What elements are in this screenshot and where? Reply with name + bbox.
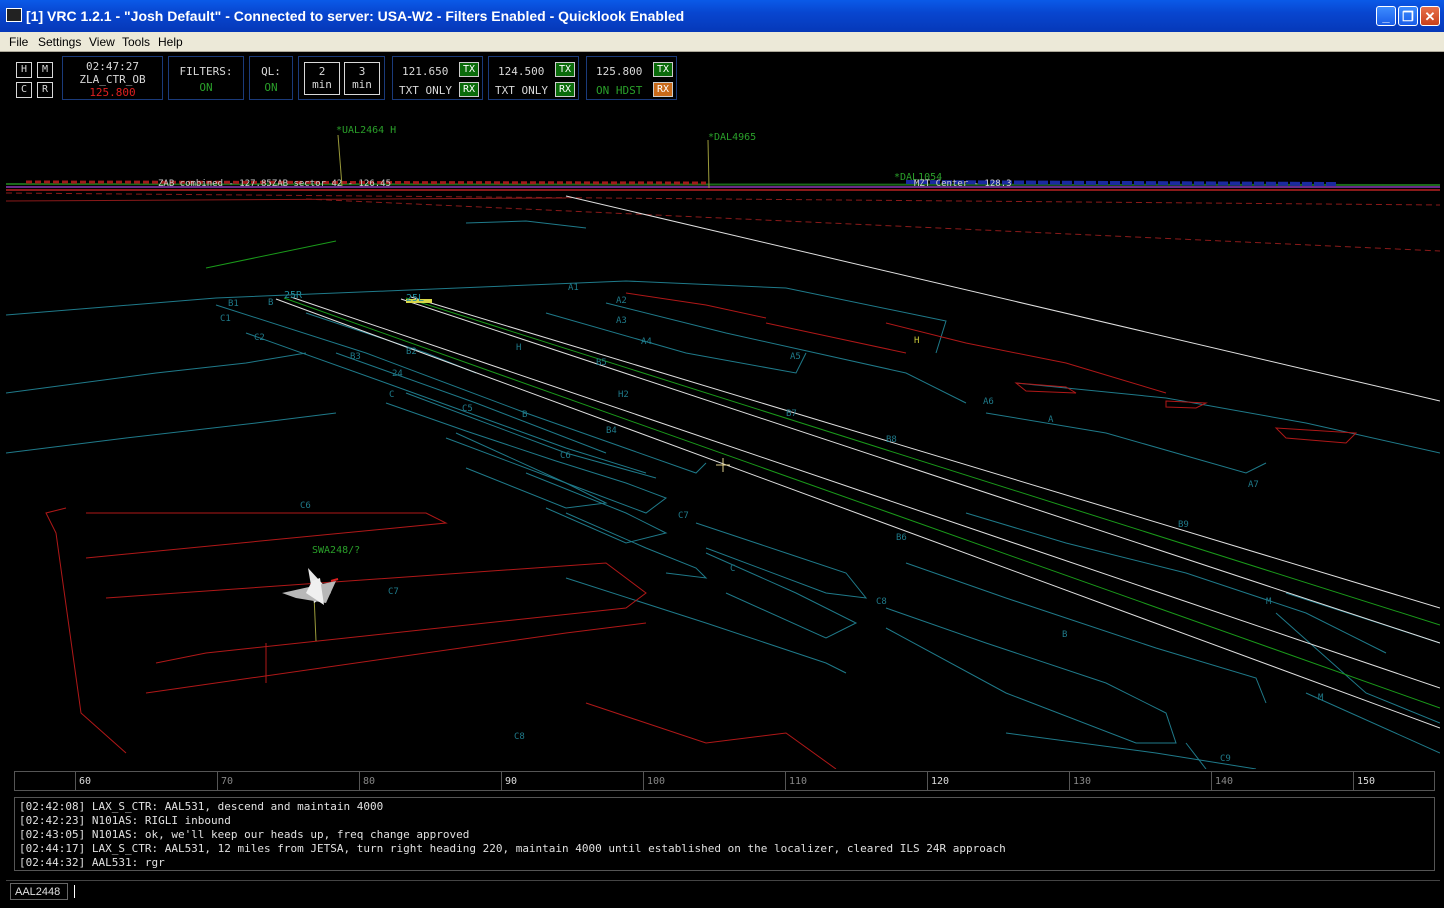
hmcr-buttons: H M C R [8, 55, 56, 99]
clock-callsign-panel[interactable]: 02:47:27 ZLA_CTR_OB 125.800 [62, 56, 163, 100]
selected-aircraft-callsign[interactable]: AAL2448 [10, 883, 68, 900]
radar-scope[interactable]: *UAL2464 H *DAL4965 *DAL1054 SWA248/? ZA… [6, 53, 1440, 879]
quicklook-value: ON [264, 81, 278, 94]
close-button[interactable]: ✕ [1420, 6, 1440, 26]
filters-label: FILTERS: [179, 65, 233, 78]
radio-2-mode: TXT ONLY [495, 84, 548, 97]
ruler-label: 130 [1073, 776, 1092, 787]
timer-2min-button[interactable]: 2 min [304, 62, 340, 95]
title-bar[interactable]: [1] VRC 1.2.1 - "Josh Default" - Connect… [0, 0, 1444, 32]
text-caret [74, 885, 75, 898]
leader-lines [313, 134, 710, 642]
timer-3min-number: 3 [358, 65, 366, 78]
timers-panel: 2 min 3 min [298, 56, 385, 100]
chat-line: [02:44:17] LAX_S_CTR: AAL531, 12 miles f… [19, 842, 1006, 855]
ruler-label: 150 [1357, 776, 1376, 787]
menu-bar: File Settings View Tools Help [0, 32, 1444, 52]
ruler-label: 60 [79, 776, 92, 787]
timer-2min-unit: min [312, 78, 332, 91]
ruler-label: 90 [505, 776, 518, 787]
menu-help[interactable]: Help [158, 35, 183, 49]
ruler-label: 70 [221, 776, 234, 787]
window-title: [1] VRC 1.2.1 - "Josh Default" - Connect… [26, 8, 685, 24]
chat-line: [02:42:08] LAX_S_CTR: AAL531, descend an… [19, 800, 384, 813]
runway-centerlines [205, 240, 1440, 709]
chat-line: [02:43:05] N101AS: ok, we'll keep our he… [19, 828, 470, 841]
minimize-button[interactable]: _ [1376, 6, 1396, 26]
r-button[interactable]: R [37, 82, 53, 98]
filters-value: ON [199, 81, 213, 94]
radio-3-frequency: 125.800 [596, 65, 643, 78]
menu-tools[interactable]: Tools [122, 35, 150, 49]
radio-2-rx-button[interactable]: RX [555, 82, 575, 97]
ruler-label: 110 [789, 776, 808, 787]
command-line[interactable]: AAL2448 [6, 880, 1440, 903]
radio-1-rx-button[interactable]: RX [459, 82, 479, 97]
radio-1-frequency: 121.650 [402, 65, 449, 78]
ruler-label: 120 [931, 776, 950, 787]
utc-clock: 02:47:27 [86, 60, 139, 73]
apron-layer [45, 292, 1358, 769]
radio-panel-3[interactable]: 125.800 ON HDST TX RX [586, 56, 677, 100]
radio-3-mode: ON HDST [596, 84, 643, 97]
aircraft-model-icon[interactable] [282, 568, 339, 605]
runway-layer [275, 195, 1440, 729]
menu-file[interactable]: File [9, 35, 28, 49]
radio-2-frequency: 124.500 [498, 65, 545, 78]
cursor-crosshair [716, 458, 730, 472]
radio-3-tx-button[interactable]: TX [653, 62, 673, 77]
ruler-label: 100 [647, 776, 666, 787]
radio-panel-1[interactable]: 121.650 TXT ONLY TX RX [392, 56, 483, 100]
radio-3-rx-button[interactable]: RX [653, 82, 673, 97]
radio-2-tx-button[interactable]: TX [555, 62, 575, 77]
horizon-clutter [6, 180, 1440, 252]
m-button[interactable]: M [37, 62, 53, 78]
app-icon[interactable] [6, 8, 22, 22]
h-button[interactable]: H [16, 62, 32, 78]
chat-line: [02:42:23] N101AS: RIGLI inbound [19, 814, 231, 827]
filters-panel[interactable]: FILTERS: ON [168, 56, 244, 100]
c-button[interactable]: C [16, 82, 32, 98]
ruler-label: 80 [363, 776, 376, 787]
timer-3min-button[interactable]: 3 min [344, 62, 380, 95]
primary-frequency: 125.800 [89, 86, 136, 99]
message-area[interactable]: [02:42:08] LAX_S_CTR: AAL531, descend an… [14, 797, 1435, 871]
timer-2min-number: 2 [318, 65, 326, 78]
heading-ruler[interactable]: 60 70 80 90 100 110 120 130 140 150 [14, 771, 1435, 791]
quicklook-label: QL: [261, 65, 281, 78]
radio-1-mode: TXT ONLY [399, 84, 452, 97]
taxiway-layer [6, 220, 1440, 769]
menu-settings[interactable]: Settings [38, 35, 81, 49]
menu-view[interactable]: View [89, 35, 115, 49]
timer-3min-unit: min [352, 78, 372, 91]
maximize-button[interactable]: ❐ [1398, 6, 1418, 26]
runway-threshold-highlight [406, 299, 432, 303]
controller-callsign: ZLA_CTR_OB [79, 73, 146, 86]
ruler-label: 140 [1215, 776, 1234, 787]
quicklook-panel[interactable]: QL: ON [249, 56, 293, 100]
radio-panel-2[interactable]: 124.500 TXT ONLY TX RX [488, 56, 579, 100]
chat-line: [02:44:32] AAL531: rgr [19, 856, 165, 869]
airport-3d-view[interactable] [6, 53, 1440, 769]
radio-1-tx-button[interactable]: TX [459, 62, 479, 77]
